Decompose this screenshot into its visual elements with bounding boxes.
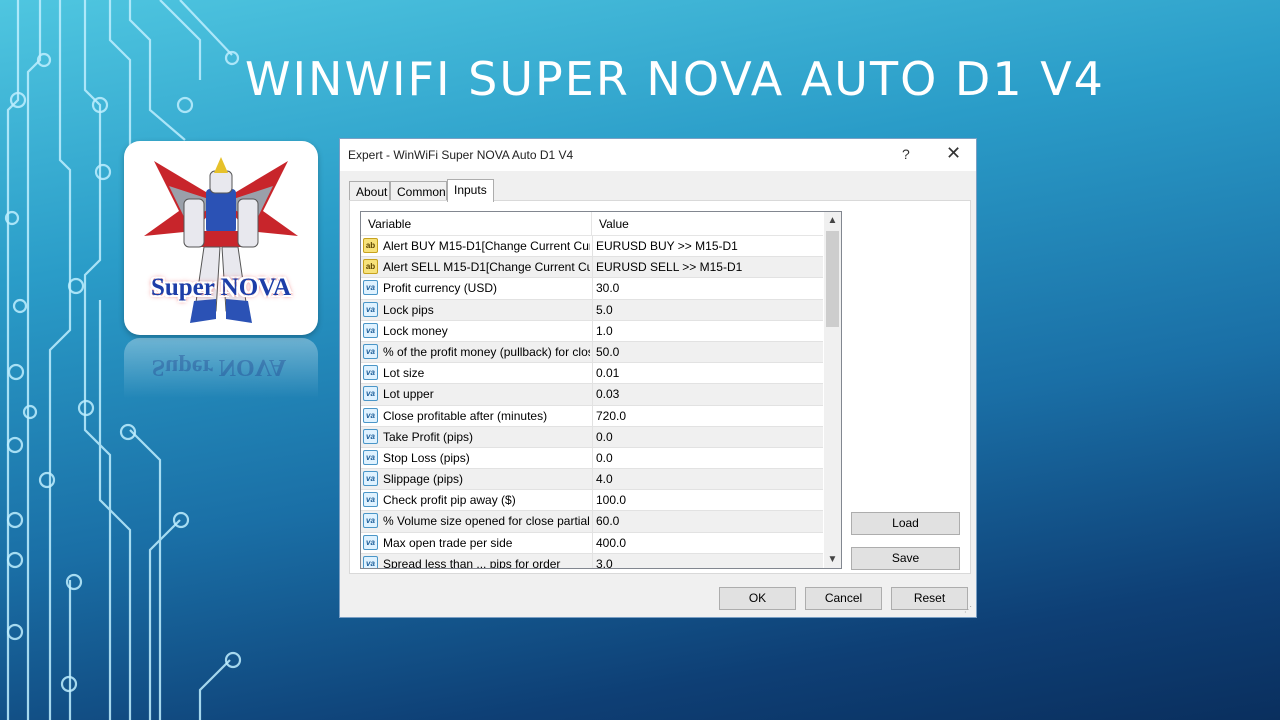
variable-name: Take Profit (pips) (383, 429, 474, 444)
cancel-button[interactable]: Cancel (805, 587, 882, 610)
value-type-icon: va (363, 513, 378, 529)
variable-name: Max open trade per side (383, 535, 513, 550)
inputs-grid: Variable Value ab Alert BUY M15-D1[Change… (360, 211, 842, 569)
column-header-variable[interactable]: Variable (361, 212, 592, 235)
logo-reflection-text: Super NOVA (151, 354, 287, 380)
table-row[interactable]: va Lot upper 0.03 (361, 384, 823, 406)
expert-dialog: Expert - WinWiFi Super NOVA Auto D1 V4 ?… (339, 138, 977, 618)
value-type-icon: va (363, 322, 378, 338)
table-row[interactable]: va Profit currency (USD) 30.0 (361, 278, 823, 300)
table-row[interactable]: va Slippage (pips) 4.0 (361, 469, 823, 491)
table-row[interactable]: va Close profitable after (minutes) 720.0 (361, 405, 823, 427)
value-type-icon: va (363, 471, 378, 487)
variable-value[interactable]: 0.0 (592, 426, 823, 447)
value-type-icon: va (363, 428, 378, 444)
variable-value[interactable]: 1.0 (592, 320, 823, 341)
tab-about[interactable]: About (349, 181, 390, 201)
table-row[interactable]: va Check profit pip away ($) 100.0 (361, 490, 823, 512)
value-type-icon: va (363, 343, 378, 359)
variable-value[interactable]: 4.0 (592, 469, 823, 490)
variable-value[interactable]: 60.0 (592, 511, 823, 532)
value-type-icon: va (363, 365, 378, 381)
tab-common[interactable]: Common (390, 181, 447, 201)
variable-value[interactable]: 50.0 (592, 341, 823, 363)
help-icon[interactable]: ? (902, 146, 910, 162)
value-type-icon: va (363, 301, 378, 317)
dialog-titlebar[interactable]: Expert - WinWiFi Super NOVA Auto D1 V4 ?… (340, 139, 976, 171)
variable-value[interactable]: 3.0 (592, 553, 823, 568)
variable-name: Stop Loss (pips) (383, 450, 470, 465)
variable-name: Lot size (383, 366, 425, 381)
scroll-up-icon[interactable]: ▲ (824, 212, 841, 229)
ok-button[interactable]: OK (719, 587, 796, 610)
variable-name: Alert SELL M15-D1[Change Current Cu... (383, 260, 590, 275)
vertical-scrollbar[interactable]: ▲ ▼ (824, 212, 841, 568)
grid-rows: ab Alert BUY M15-D1[Change Current Cur...… (361, 236, 823, 569)
table-row[interactable]: va Max open trade per side 400.0 (361, 532, 823, 554)
string-type-icon: ab (363, 259, 378, 275)
grid-header: Variable Value (361, 212, 823, 236)
variable-name: Lock money (383, 323, 448, 338)
table-row[interactable]: ab Alert SELL M15-D1[Change Current Cu...… (361, 257, 823, 279)
variable-name: Close profitable after (minutes) (383, 408, 548, 423)
variable-value[interactable]: 720.0 (592, 405, 823, 426)
column-header-value[interactable]: Value (592, 212, 823, 235)
variable-name: Spread less than ... pips for order (383, 556, 561, 569)
product-logo: Super NOVA (124, 141, 318, 335)
value-type-icon: va (363, 280, 378, 296)
variable-name: Profit currency (USD) (383, 281, 498, 296)
variable-value[interactable]: 5.0 (592, 299, 823, 320)
string-type-icon: ab (363, 238, 378, 253)
table-row[interactable]: va Stop Loss (pips) 0.0 (361, 447, 823, 470)
variable-value[interactable]: EURUSD SELL >> M15-D1 (592, 257, 823, 278)
variable-value[interactable]: 400.0 (592, 532, 823, 553)
variable-value[interactable]: 100.0 (592, 490, 823, 511)
scroll-down-icon[interactable]: ▼ (824, 551, 841, 568)
variable-name: Alert BUY M15-D1[Change Current Cur... (383, 239, 590, 253)
variable-value[interactable]: 30.0 (592, 278, 823, 299)
value-type-icon: va (363, 386, 378, 402)
value-type-icon: va (363, 534, 378, 550)
save-button[interactable]: Save (851, 547, 960, 570)
value-type-icon: va (363, 407, 378, 423)
variable-name: % Volume size opened for close partially (383, 514, 590, 529)
logo-reflection: Super NOVA (124, 338, 318, 398)
value-type-icon: va (363, 555, 378, 568)
scroll-thumb[interactable] (826, 231, 839, 327)
table-row[interactable]: va % Volume size opened for close partial… (361, 511, 823, 533)
inputs-panel: Variable Value ab Alert BUY M15-D1[Change… (349, 200, 971, 574)
reset-button[interactable]: Reset (891, 587, 968, 610)
variable-value[interactable]: 0.0 (592, 447, 823, 469)
table-row[interactable]: va Take Profit (pips) 0.0 (361, 426, 823, 448)
variable-name: Check profit pip away ($) (383, 493, 516, 508)
logo-text: Super NOVA (150, 274, 292, 301)
table-row[interactable]: va Spread less than ... pips for order 3.0 (361, 553, 823, 569)
variable-name: Slippage (pips) (383, 472, 464, 487)
table-row[interactable]: ab Alert BUY M15-D1[Change Current Cur...… (361, 236, 823, 258)
load-button[interactable]: Load (851, 512, 960, 535)
dialog-title: Expert - WinWiFi Super NOVA Auto D1 V4 (348, 148, 574, 162)
variable-name: Lot upper (383, 387, 434, 402)
table-row[interactable]: va Lot size 0.01 (361, 363, 823, 385)
table-row[interactable]: va Lock money 1.0 (361, 320, 823, 342)
value-type-icon: va (363, 449, 378, 465)
variable-name: Lock pips (383, 302, 434, 317)
slide-title: WINWIFI SUPER NOVA AUTO D1 V4 (245, 52, 1105, 106)
variable-value[interactable]: EURUSD BUY >> M15-D1 (592, 236, 823, 257)
variable-name: % of the profit money (pullback) for clo… (383, 344, 590, 359)
close-icon[interactable]: ✕ (946, 143, 961, 164)
resize-grip-icon[interactable]: ⋰ (964, 605, 974, 615)
value-type-icon: va (363, 492, 378, 508)
robot-mecha-icon (144, 157, 298, 323)
variable-value[interactable]: 0.03 (592, 384, 823, 405)
table-row[interactable]: va Lock pips 5.0 (361, 299, 823, 321)
variable-value[interactable]: 0.01 (592, 363, 823, 384)
table-row[interactable]: va % of the profit money (pullback) for c… (361, 341, 823, 364)
tab-inputs[interactable]: Inputs (447, 179, 494, 202)
